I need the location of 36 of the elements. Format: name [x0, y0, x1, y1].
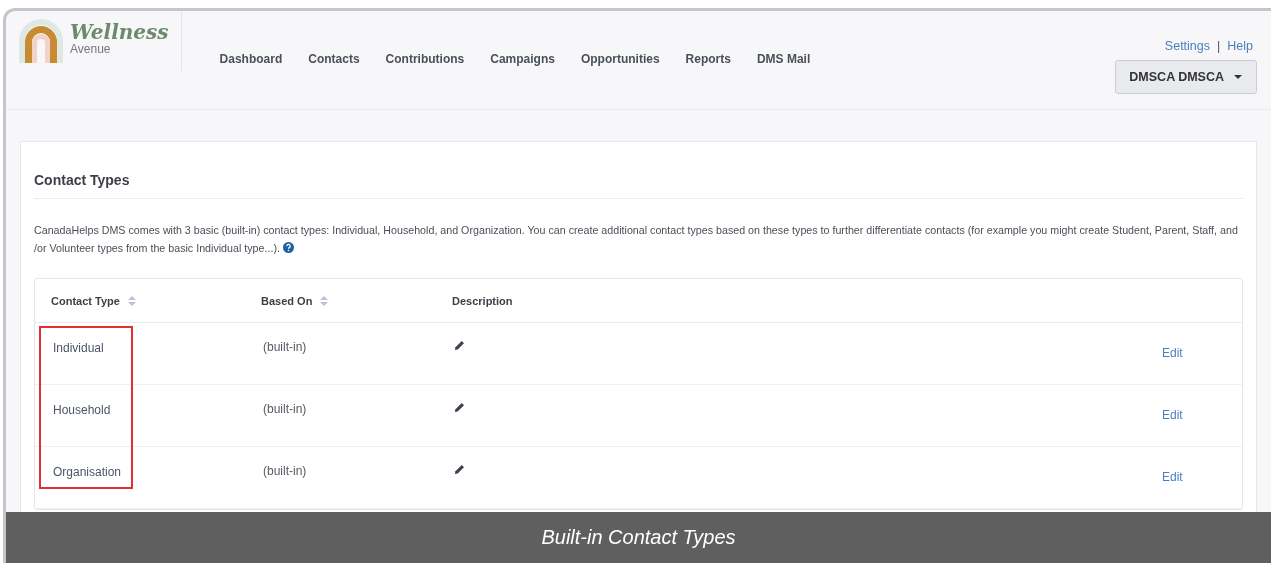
edit-link[interactable]: Edit — [1162, 470, 1183, 484]
caret-icon — [1234, 75, 1242, 79]
pencil-icon[interactable] — [454, 464, 465, 475]
nav-link[interactable]: Opportunities — [580, 52, 660, 68]
contact-type-link[interactable]: Organisation — [53, 465, 122, 479]
nav-link[interactable]: Contributions — [385, 52, 465, 68]
nav-link[interactable]: Dashboard — [219, 52, 283, 68]
table-cell: (built-in) — [263, 402, 307, 416]
header-link[interactable]: Settings — [1164, 39, 1211, 53]
logo-subtitle: Avenue — [70, 43, 112, 55]
logo-title: Wellness — [70, 21, 169, 43]
page-title: Contact Types — [34, 172, 1243, 199]
nav-link[interactable]: Contacts — [308, 52, 360, 68]
table-cell: (built-in) — [263, 464, 307, 478]
column-header: Description — [452, 294, 514, 307]
sortable-column-header[interactable]: Based On — [261, 294, 452, 307]
edit-link[interactable]: Edit — [1162, 408, 1183, 422]
nav-link[interactable]: DMS Mail — [756, 52, 811, 68]
sortable-column-header[interactable]: Contact Type — [35, 294, 261, 307]
header-link[interactable]: Help — [1227, 39, 1253, 53]
help-icon[interactable] — [282, 242, 294, 253]
edit-link[interactable]: Edit — [1162, 346, 1183, 360]
separator: | — [1217, 39, 1221, 53]
caption-bar: Built-in Contact Types — [6, 512, 1271, 563]
nav-link[interactable]: Campaigns — [490, 52, 555, 68]
intro-paragraph: CanadaHelps DMS comes with 3 basic (built-in) contact types: Individual, Household, and Organization. You can create additional contact types based on these types to further differentiate contacts (for example you might create Student, Parent, Staff, and /or Volunteer types from the basic Individual type...). — [34, 223, 1239, 256]
pencil-icon[interactable] — [454, 402, 465, 413]
sort-icon — [320, 295, 329, 306]
table-cell: (built-in) — [263, 340, 307, 354]
sort-icon — [127, 295, 136, 306]
contact-type-link[interactable]: Individual — [53, 341, 104, 355]
user-menu-button[interactable]: DMSCA DMSCA — [1115, 60, 1257, 94]
nav-link[interactable]: Reports — [685, 52, 731, 68]
contact-type-link[interactable]: Household — [53, 403, 111, 417]
rainbow-logo-icon — [16, 17, 66, 63]
pencil-icon[interactable] — [454, 340, 465, 351]
